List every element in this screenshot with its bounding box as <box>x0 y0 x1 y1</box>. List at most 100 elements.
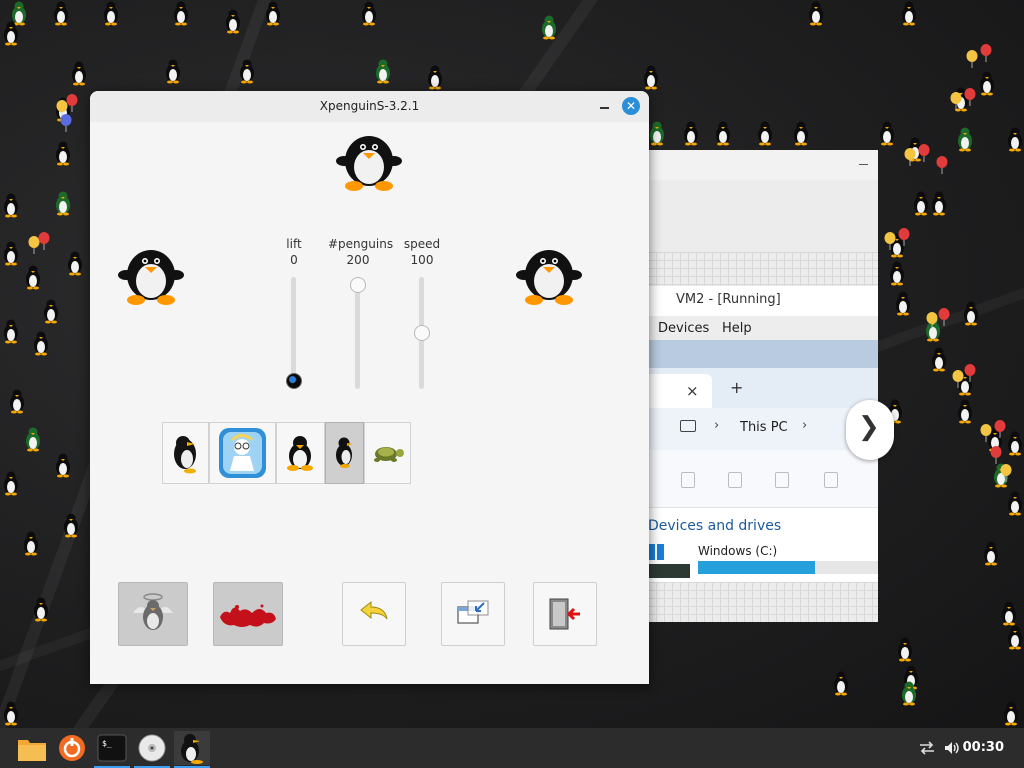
balloon-icon <box>964 364 976 382</box>
desktop-penguin-icon <box>4 319 18 344</box>
desktop-penguin-icon <box>44 299 58 324</box>
theme-classic-button[interactable] <box>325 422 364 484</box>
rename-icon[interactable] <box>728 472 742 488</box>
lift-value: 0 <box>290 253 298 267</box>
delete-icon[interactable] <box>824 472 838 488</box>
exit-door-icon <box>549 598 580 630</box>
desktop-penguin-icon <box>964 301 978 326</box>
vm-menubar: Devices Help <box>648 316 878 340</box>
desktop-penguin-icon <box>758 121 772 146</box>
bg-window-grid-bottom <box>648 582 878 622</box>
balloon-icon <box>60 114 72 132</box>
desktop-penguin-icon <box>1008 625 1022 650</box>
taskbar-terminal[interactable]: $_ <box>94 731 130 768</box>
minimize-icon[interactable] <box>600 107 609 109</box>
penguins-slider-track[interactable] <box>355 277 360 389</box>
xpenguins-dialog: XpenguinS-3.2.1 ✕ lift 0 #penguins 200 s… <box>90 91 649 684</box>
address-bar[interactable]: › This PC › <box>648 408 878 450</box>
desktop-penguin-icon <box>4 471 18 496</box>
desktop-penguin-icon <box>984 541 998 566</box>
dialog-title: XpenguinS-3.2.1 <box>319 99 420 113</box>
desktop-penguin-icon <box>4 21 18 46</box>
theme-big-penguins-button[interactable] <box>209 422 276 484</box>
balloon-icon <box>938 308 950 326</box>
window-button[interactable] <box>441 582 505 646</box>
desktop-penguin-icon <box>896 291 910 316</box>
penguins-slider-knob[interactable] <box>349 277 366 293</box>
desktop-penguin-icon <box>104 1 118 26</box>
balloon-icon <box>884 232 896 250</box>
desktop-penguin-icon <box>68 251 82 276</box>
share-icon[interactable] <box>775 472 789 488</box>
desktop-penguin-icon <box>56 453 70 478</box>
taskbar-disc[interactable] <box>134 731 170 768</box>
balloon-icon <box>38 232 50 250</box>
taskbar-software-center[interactable] <box>54 731 90 765</box>
close-icon[interactable]: ✕ <box>622 97 640 115</box>
lift-label: lift <box>286 237 302 251</box>
new-tab-icon[interactable]: + <box>730 378 743 397</box>
background-vm-window[interactable]: VM2 - [Running] Devices Help × + › This … <box>648 150 878 622</box>
breadcrumb[interactable]: This PC <box>740 420 788 435</box>
drive-usage-bar <box>698 561 878 574</box>
undo-button[interactable] <box>342 582 406 646</box>
lift-slider-knob[interactable] <box>285 373 302 389</box>
tab-close-icon[interactable]: × <box>686 382 699 400</box>
menu-devices[interactable]: Devices <box>658 321 709 336</box>
menu-help[interactable]: Help <box>722 321 752 336</box>
desktop-penguin-icon <box>266 1 280 26</box>
desktop-penguin-icon <box>684 121 698 146</box>
network-icon[interactable] <box>918 740 936 756</box>
dialog-titlebar[interactable]: XpenguinS-3.2.1 ✕ <box>90 91 649 122</box>
balloon-icon <box>66 94 78 112</box>
penguins-label: #penguins <box>328 237 394 251</box>
exit-button[interactable] <box>533 582 597 646</box>
desktop-penguin-icon <box>542 15 556 40</box>
god-mode-button[interactable] <box>118 582 188 646</box>
theme-penguins-button[interactable] <box>162 422 209 484</box>
blood-splat-icon <box>220 604 276 627</box>
theme-tux-button[interactable] <box>276 422 325 484</box>
bg-window-minimize-icon[interactable] <box>859 164 868 165</box>
penguins-slider-group: #penguins 200 <box>328 237 394 389</box>
balloon-icon <box>990 446 1002 464</box>
penguin-top-icon <box>336 136 402 191</box>
desktop-penguin-icon <box>902 681 916 706</box>
theme-turtles-button[interactable] <box>364 422 411 484</box>
explorer-tab[interactable]: × <box>648 374 712 408</box>
desktop-penguin-icon <box>794 121 808 146</box>
balloon-icon <box>980 44 992 62</box>
scroll-right-button[interactable]: ❯ <box>846 400 894 460</box>
turtle-theme-icon <box>374 447 404 462</box>
desktop-penguin-icon <box>958 399 972 424</box>
terminal-icon: $_ <box>97 734 127 762</box>
bg-window-grid-strip <box>648 252 878 286</box>
taskbar-xpenguins[interactable] <box>174 731 210 768</box>
taskbar-file-manager[interactable] <box>14 731 50 765</box>
breadcrumb-chevron-icon[interactable]: › <box>714 418 719 433</box>
desktop-penguin-icon <box>1002 601 1016 626</box>
desktop-penguin-icon <box>56 141 70 166</box>
breadcrumb-chevron-icon[interactable]: › <box>802 418 807 433</box>
splat-button[interactable] <box>213 582 283 646</box>
drive-label[interactable]: Windows (C:) <box>698 544 777 558</box>
desktop-penguin-icon <box>1008 491 1022 516</box>
desktop-penguin-icon <box>64 513 78 538</box>
desktop-penguin-icon <box>4 701 18 726</box>
balloon-icon <box>918 144 930 162</box>
desktop-penguin-icon <box>24 531 38 556</box>
desktop-penguin-icon <box>650 121 664 146</box>
speed-slider-knob[interactable] <box>413 325 430 341</box>
desktop-penguin-icon <box>362 1 376 26</box>
window-icon <box>457 600 489 624</box>
explorer-tabstrip: × + <box>648 368 878 408</box>
professor-theme-icon <box>219 428 266 478</box>
desktop-penguin-icon <box>240 59 254 84</box>
desktop-penguin-icon <box>226 9 240 34</box>
copy-icon[interactable] <box>681 472 695 488</box>
balloon-icon <box>904 148 916 166</box>
clock[interactable]: 00:30 <box>963 740 1004 755</box>
bg-window-titlebar[interactable] <box>648 150 878 180</box>
volume-icon[interactable] <box>943 740 961 756</box>
angel-penguin-icon <box>133 593 173 630</box>
